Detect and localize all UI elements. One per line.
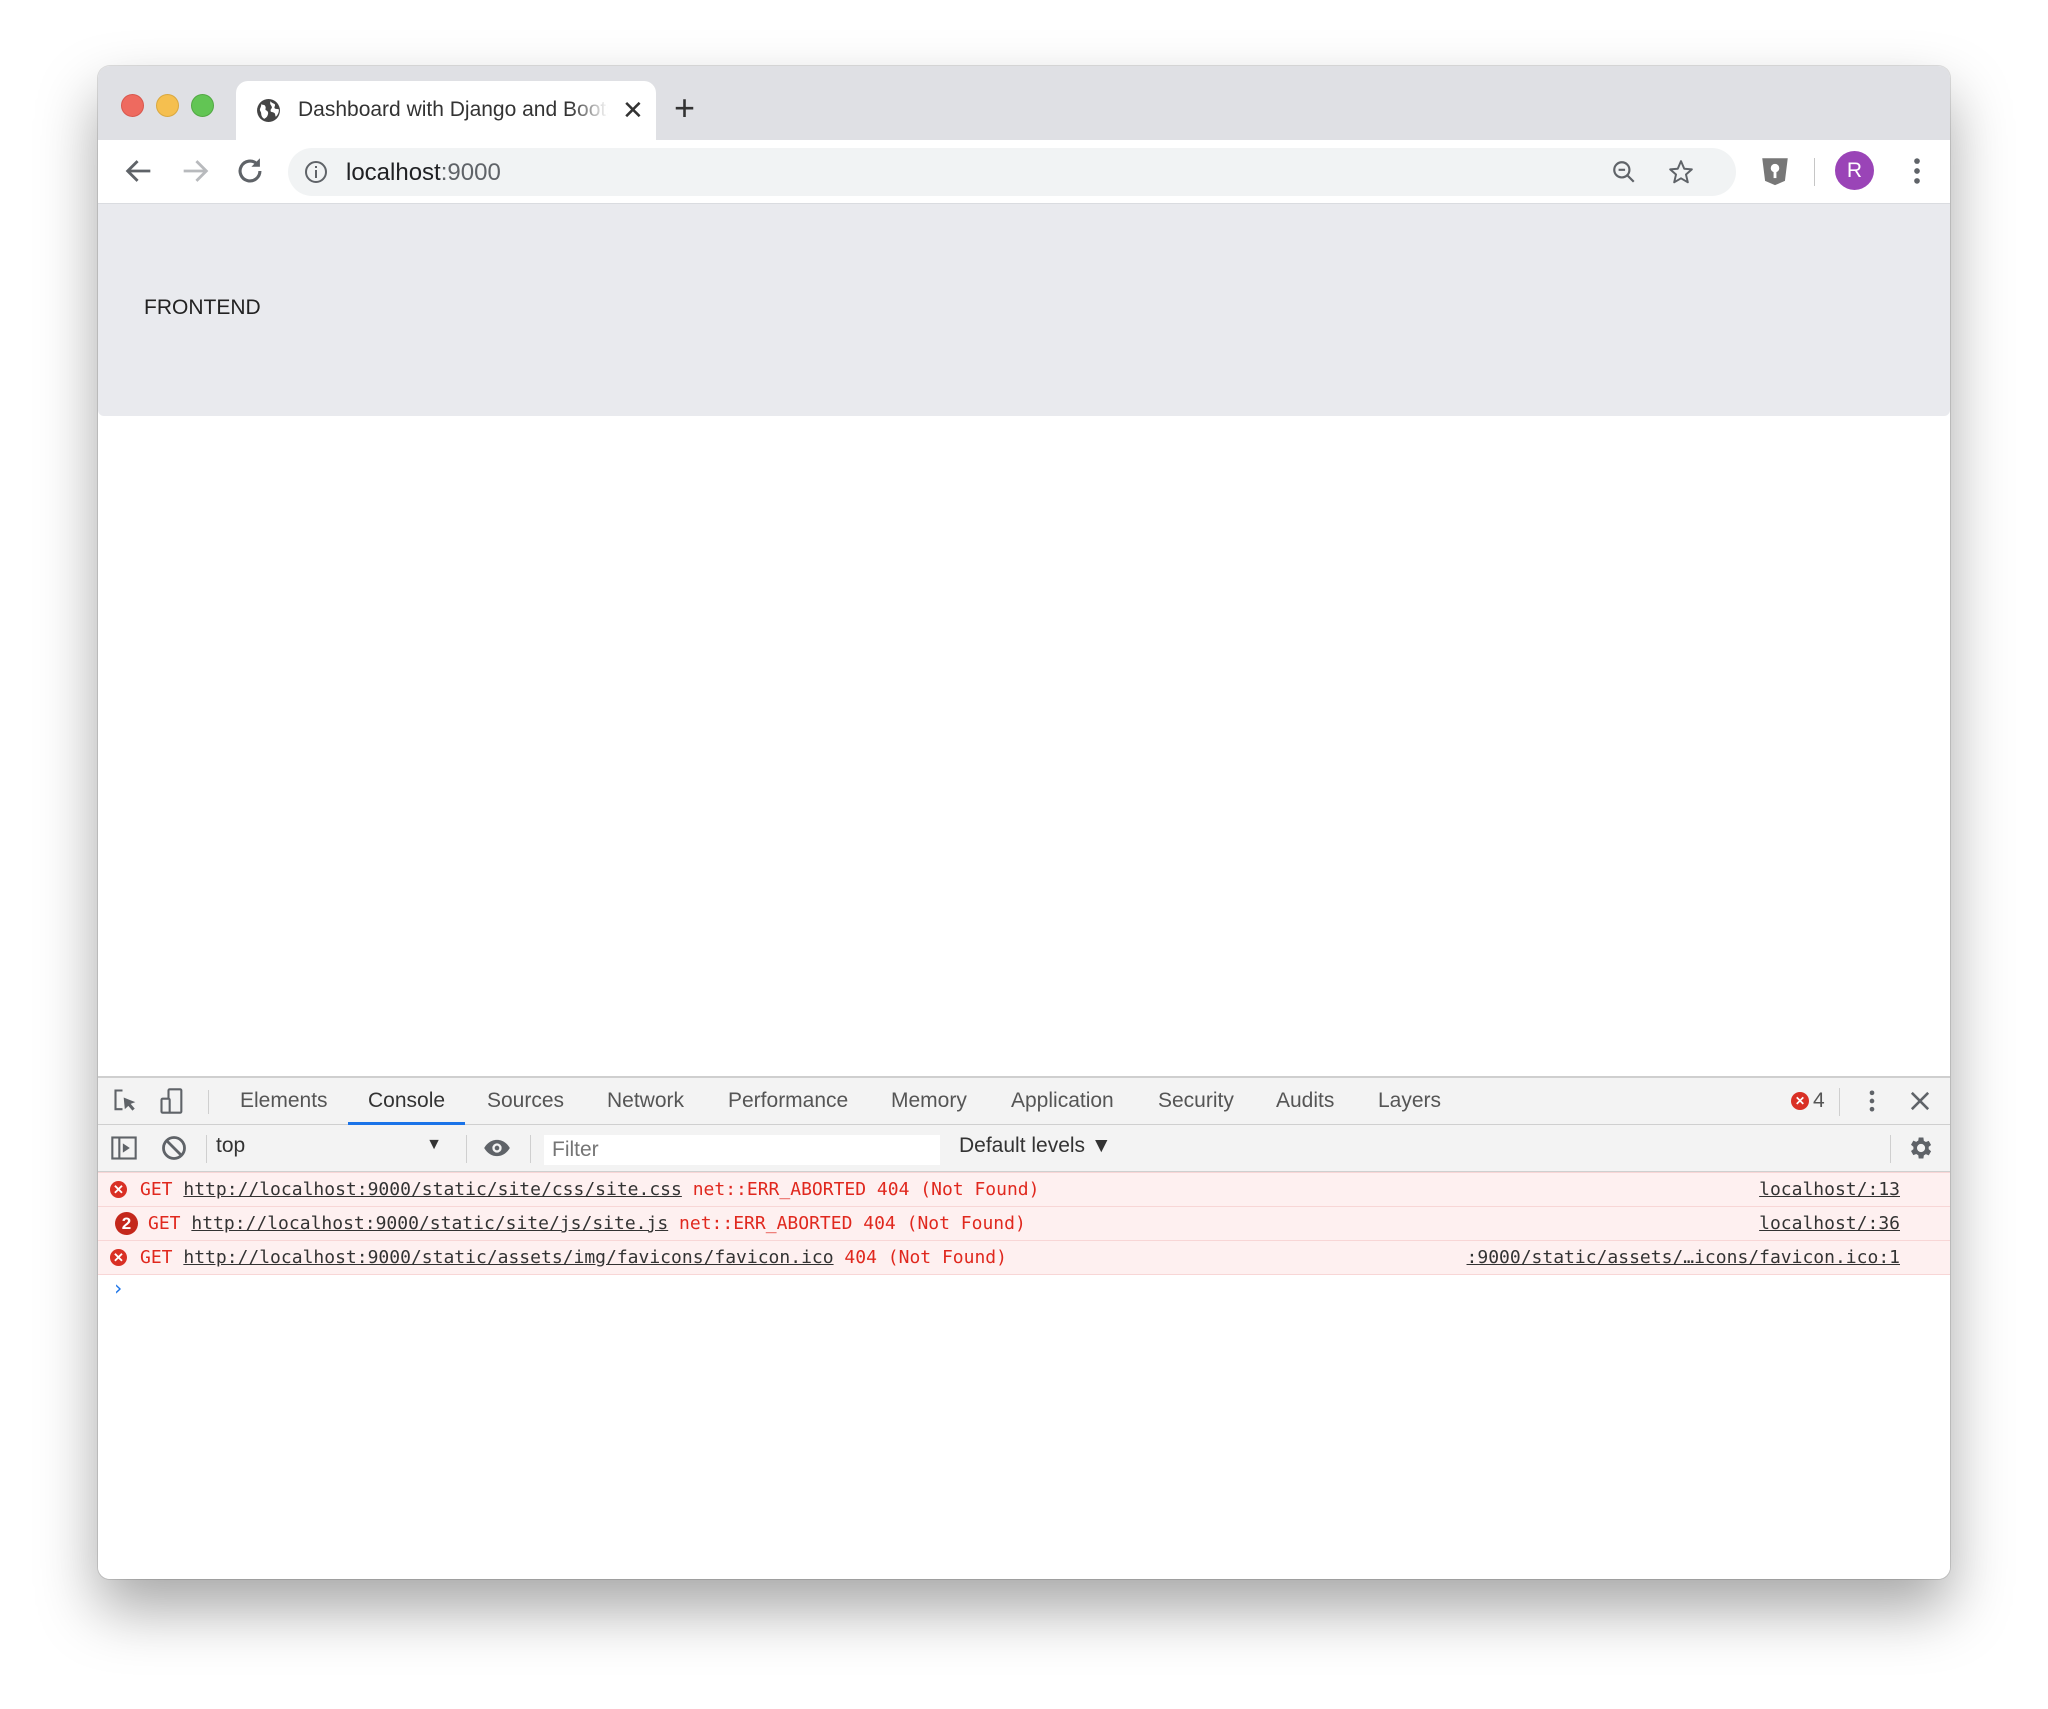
- console-settings-gear-icon[interactable]: [1906, 1134, 1934, 1162]
- context-selector[interactable]: top ▼: [216, 1134, 456, 1162]
- error-icon: ✕: [1791, 1092, 1809, 1110]
- close-window-button[interactable]: [121, 94, 144, 117]
- request-url-link[interactable]: http://localhost:9000/static/site/js/sit…: [191, 1213, 668, 1234]
- profile-avatar[interactable]: R: [1835, 151, 1874, 190]
- bookmark-star-icon[interactable]: [1668, 159, 1694, 185]
- browser-toolbar: localhost:9000 R: [98, 140, 1950, 204]
- devtools-panel: Elements Console Sources Network Perform…: [98, 1076, 1950, 1579]
- browser-tab[interactable]: Dashboard with Django and Bootstrap ✕: [236, 81, 656, 140]
- devtools-tab-audits[interactable]: Audits: [1256, 1078, 1354, 1124]
- context-value: top: [216, 1134, 246, 1157]
- inspect-element-icon[interactable]: [112, 1087, 140, 1115]
- error-detail: 404 (Not Found): [844, 1247, 1007, 1268]
- error-detail: net::ERR_ABORTED 404 (Not Found): [679, 1213, 1026, 1234]
- console-message: GET http://localhost:9000/static/site/js…: [148, 1207, 1026, 1240]
- devtools-tab-performance[interactable]: Performance: [708, 1078, 868, 1124]
- console-error-row: ✕ GET http://localhost:9000/static/asset…: [98, 1241, 1950, 1275]
- request-method: GET: [148, 1213, 181, 1234]
- toolbar-divider: [206, 1135, 207, 1163]
- toolbar-divider: [1890, 1135, 1891, 1163]
- url-host: localhost: [346, 159, 441, 186]
- back-arrow-icon[interactable]: [122, 154, 156, 188]
- zoom-out-icon[interactable]: [1611, 159, 1637, 185]
- tab-strip: Dashboard with Django and Bootstrap ✕ +: [98, 66, 1950, 140]
- url-port: :9000: [440, 159, 501, 186]
- page-viewport: FRONTEND: [98, 204, 1950, 1076]
- toolbar-divider: [466, 1135, 467, 1163]
- devtools-tab-application[interactable]: Application: [991, 1078, 1134, 1124]
- source-link[interactable]: :9000/static/assets/…icons/favicon.ico:1: [1467, 1241, 1900, 1274]
- browser-window: Dashboard with Django and Bootstrap ✕ + …: [98, 66, 1950, 1579]
- hero-text: FRONTEND: [144, 296, 261, 319]
- devtools-tab-memory[interactable]: Memory: [871, 1078, 987, 1124]
- address-bar[interactable]: localhost:9000: [288, 148, 1736, 196]
- reload-icon[interactable]: [233, 154, 267, 188]
- request-method: GET: [140, 1179, 173, 1200]
- devtools-tab-sources[interactable]: Sources: [467, 1078, 584, 1124]
- devtools-tab-elements[interactable]: Elements: [220, 1078, 348, 1124]
- globe-icon: [257, 99, 280, 122]
- live-expression-eye-icon[interactable]: [483, 1134, 511, 1162]
- error-icon: ✕: [110, 1181, 127, 1198]
- log-levels-dropdown[interactable]: Default levels ▼: [959, 1134, 1112, 1158]
- console-message: GET http://localhost:9000/static/assets/…: [140, 1241, 1007, 1274]
- page-header-banner: FRONTEND: [98, 204, 1950, 416]
- forward-arrow-icon[interactable]: [178, 154, 212, 188]
- devtools-close-icon[interactable]: [1906, 1087, 1934, 1115]
- tab-title: Dashboard with Django and Bootstrap: [298, 98, 608, 121]
- browser-menu-icon[interactable]: [1900, 154, 1934, 188]
- extension-shield-icon[interactable]: [1758, 154, 1792, 188]
- console-error-row: 2 GET http://localhost:9000/static/site/…: [98, 1207, 1950, 1241]
- console-filter-input[interactable]: [544, 1135, 940, 1165]
- console-toolbar: top ▼ Default levels ▼: [98, 1125, 1950, 1172]
- tab-close-icon[interactable]: ✕: [622, 97, 644, 123]
- toolbar-divider: [530, 1135, 531, 1163]
- console-prompt[interactable]: ›: [112, 1276, 124, 1300]
- error-detail: net::ERR_ABORTED 404 (Not Found): [692, 1179, 1040, 1200]
- devtools-tab-bar: Elements Console Sources Network Perform…: [98, 1078, 1950, 1125]
- devtools-tab-security[interactable]: Security: [1138, 1078, 1254, 1124]
- error-count-badge[interactable]: ✕ 4: [1791, 1089, 1825, 1113]
- error-count: 4: [1813, 1089, 1825, 1112]
- url-text[interactable]: localhost:9000: [346, 159, 501, 187]
- console-sidebar-icon[interactable]: [110, 1134, 138, 1162]
- repeat-count-badge: 2: [115, 1212, 138, 1235]
- toolbar-divider: [1814, 158, 1815, 186]
- error-icon: ✕: [110, 1249, 127, 1266]
- info-icon[interactable]: [304, 160, 328, 184]
- source-link[interactable]: localhost/:13: [1759, 1173, 1900, 1206]
- devtools-tab-console[interactable]: Console: [348, 1078, 466, 1125]
- source-link[interactable]: localhost/:36: [1759, 1207, 1900, 1240]
- console-messages: ✕ GET http://localhost:9000/static/site/…: [98, 1172, 1950, 1300]
- devtools-tab-layers[interactable]: Layers: [1358, 1078, 1461, 1124]
- console-error-row: ✕ GET http://localhost:9000/static/site/…: [98, 1172, 1950, 1207]
- devtools-menu-icon[interactable]: [1858, 1087, 1886, 1115]
- devtools-tab-network[interactable]: Network: [587, 1078, 704, 1124]
- device-toolbar-icon[interactable]: [158, 1087, 186, 1115]
- devtools-divider: [1839, 1088, 1840, 1116]
- dropdown-arrow-icon: ▼: [426, 1136, 442, 1153]
- new-tab-button[interactable]: +: [674, 90, 695, 126]
- clear-console-icon[interactable]: [160, 1134, 188, 1162]
- console-message: GET http://localhost:9000/static/site/cs…: [140, 1173, 1039, 1206]
- zoom-window-button[interactable]: [191, 94, 214, 117]
- request-url-link[interactable]: http://localhost:9000/static/site/css/si…: [183, 1179, 682, 1200]
- minimize-window-button[interactable]: [156, 94, 179, 117]
- request-method: GET: [140, 1247, 173, 1268]
- devtools-divider: [208, 1090, 209, 1114]
- request-url-link[interactable]: http://localhost:9000/static/assets/img/…: [183, 1247, 833, 1268]
